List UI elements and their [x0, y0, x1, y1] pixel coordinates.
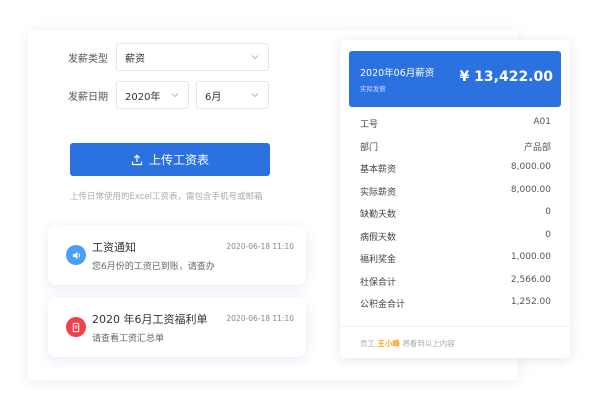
pay-slip-row-label: 工号 [360, 120, 379, 130]
pay-slip-row-value: 8,000.00 [510, 162, 551, 172]
pay-type-label: 发薪类型 [68, 53, 108, 65]
pay-slip-row-value: 1,252.00 [510, 297, 551, 307]
upload-payroll-button[interactable]: 上传工资表 [70, 143, 270, 176]
pay-slip-header: 2020年06月薪资 实际发薪 ¥ 13,422.00 [349, 51, 561, 107]
pay-type-value: 薪资 [125, 53, 145, 65]
pay-type-row: 发薪类型 薪资 [68, 43, 269, 71]
footer-suffix: 将看到以上内容 [402, 339, 455, 348]
pay-type-select[interactable]: 薪资 [116, 43, 269, 71]
pay-period: 2020年06月薪资 [360, 68, 435, 79]
year-select[interactable]: 2020年 [116, 81, 189, 109]
pay-slip-row: 实际薪资 8,000.00 [360, 185, 551, 208]
pay-date-label: 发薪日期 [68, 91, 108, 103]
pay-subtitle: 实际发薪 [360, 85, 386, 93]
pay-slip-row: 部门 产品部 [360, 140, 551, 163]
chevron-down-icon [251, 93, 259, 98]
pay-slip-row-label: 缺勤天数 [360, 210, 397, 220]
year-value: 2020年 [125, 91, 161, 103]
pay-slip-row-label: 社保合计 [360, 277, 397, 288]
pay-slip-row-value: 1,000.00 [510, 252, 551, 262]
document-icon [66, 317, 86, 337]
pay-slip-row: 工号 A01 [360, 117, 551, 140]
notification-card[interactable]: 2020 年6月工资福利单 2020-06-18 11:10 请查看工资汇总单 [48, 297, 306, 357]
upload-icon [131, 153, 143, 165]
pay-slip-row-label: 病假天数 [360, 232, 397, 243]
speaker-icon [66, 245, 86, 265]
notification-time: 2020-06-18 11:10 [226, 242, 294, 251]
pay-slip-row-label: 公积金合计 [360, 300, 406, 310]
notification-title: 工资通知 [92, 241, 136, 254]
chevron-down-icon [251, 55, 259, 60]
pay-date-row: 发薪日期 2020年 6月 [68, 81, 269, 109]
pay-amount: ¥ 13,422.00 [459, 69, 553, 85]
chevron-down-icon [171, 93, 179, 98]
month-value: 6月 [205, 91, 222, 103]
notification-card[interactable]: 工资通知 2020-06-18 11:10 您6月份的工资已到账，请查办 [48, 225, 306, 285]
notification-time: 2020-06-18 11:10 [226, 314, 294, 323]
pay-slip-row-value: 8,000.00 [510, 184, 551, 195]
notification-title: 2020 年6月工资福利单 [92, 313, 208, 326]
pay-slip-row-value: A01 [533, 117, 551, 127]
pay-slip-row-value: 产品部 [523, 142, 551, 153]
pay-slip-row-value: 0 [545, 229, 551, 240]
pay-slip: 2020年06月薪资 实际发薪 ¥ 13,422.00 工号 A01 部门 产品部基本… [340, 40, 570, 358]
pay-slip-row: 病假天数 0 [360, 230, 551, 253]
pay-slip-row: 基本薪资 8,000.00 [360, 162, 551, 185]
pay-slip-row: 缺勤天数 0 [360, 207, 551, 230]
footer-prefix: 员工 [360, 339, 375, 348]
employee-name: 王小峰 [377, 339, 400, 348]
month-select[interactable]: 6月 [196, 81, 269, 109]
pay-slip-footer: 员工 王小峰 将看到以上内容 [340, 326, 570, 358]
upload-hint: 上传日常使用的Excel工资表，需包含手机号或邮箱 [70, 192, 263, 202]
pay-slip-row-value: 2,566.00 [510, 274, 551, 285]
pay-slip-row-label: 实际薪资 [360, 187, 397, 198]
pay-slip-rows: 工号 A01 部门 产品部 基本薪资 8,000.00 实际薪资 8,000.00 缺勤天数 0 病… [360, 117, 551, 320]
pay-slip-row-label: 部门 [360, 142, 379, 153]
pay-slip-row: 社保合计 2,566.00 [360, 275, 551, 298]
pay-slip-row: 公积金合计 1,252.00 [360, 297, 551, 320]
upload-button-label: 上传工资表 [148, 153, 209, 167]
pay-slip-row: 福利奖金 1,000.00 [360, 252, 551, 275]
pay-slip-row-label: 福利奖金 [360, 255, 397, 265]
pay-slip-row-value: 0 [545, 207, 551, 217]
pay-slip-row-label: 基本薪资 [360, 165, 397, 175]
notification-desc: 请查看工资汇总单 [92, 334, 165, 344]
notification-desc: 您6月份的工资已到账，请查办 [92, 262, 215, 272]
